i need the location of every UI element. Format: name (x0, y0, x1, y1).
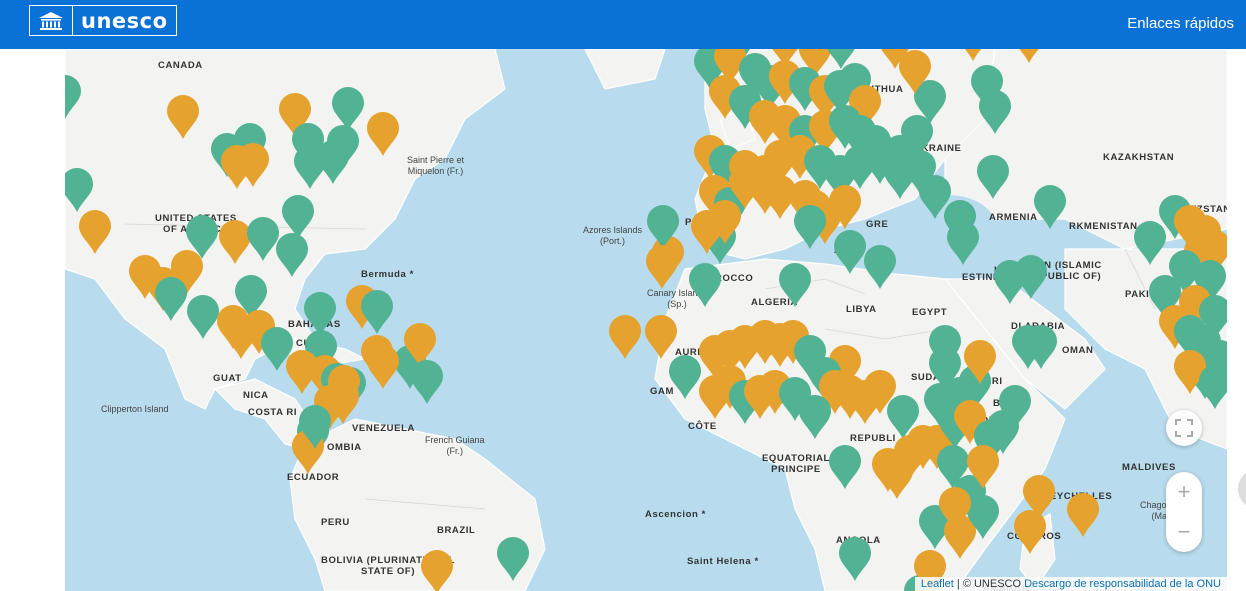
site-marker[interactable] (881, 455, 913, 499)
site-marker[interactable] (421, 550, 453, 591)
site-marker[interactable] (829, 445, 861, 489)
site-marker[interactable] (65, 75, 81, 119)
site-marker[interactable] (839, 537, 871, 581)
site-marker[interactable] (779, 263, 811, 307)
quick-links-button[interactable]: Enlaces rápidos (1127, 15, 1234, 32)
map-markers (65, 49, 1227, 591)
header-bar: unesco Enlaces rápidos (0, 0, 1246, 49)
site-marker[interactable] (864, 245, 896, 289)
unesco-logo[interactable]: unesco (29, 5, 177, 36)
site-marker[interactable] (1034, 185, 1066, 229)
site-marker[interactable] (294, 145, 326, 189)
logo-text: unesco (81, 8, 168, 33)
site-marker[interactable] (979, 90, 1011, 134)
site-marker[interactable] (689, 263, 721, 307)
attribution-text: | © UNESCO (953, 578, 1025, 590)
site-marker[interactable] (609, 315, 641, 359)
world-map[interactable]: CANADAUNITED STATESOF AMERICASaint Pierr… (65, 49, 1227, 591)
site-marker[interactable] (646, 245, 678, 289)
site-marker[interactable] (304, 292, 336, 336)
site-marker[interactable] (1015, 255, 1047, 299)
side-panel-handle[interactable] (1238, 469, 1246, 509)
site-marker[interactable] (1199, 365, 1227, 409)
site-marker[interactable] (79, 210, 111, 254)
site-marker[interactable] (977, 155, 1009, 199)
site-marker[interactable] (247, 217, 279, 261)
site-marker[interactable] (1013, 49, 1045, 63)
site-marker[interactable] (669, 355, 701, 399)
site-marker[interactable] (187, 295, 219, 339)
site-marker[interactable] (282, 195, 314, 239)
site-marker[interactable] (367, 112, 399, 156)
zoom-out-button[interactable]: − (1166, 512, 1202, 552)
fullscreen-button[interactable] (1166, 410, 1202, 446)
site-marker[interactable] (219, 220, 251, 264)
site-marker[interactable] (276, 233, 308, 277)
un-disclaimer-link[interactable]: Descargo de responsabilidad de la ONU (1024, 578, 1221, 590)
site-marker[interactable] (155, 277, 187, 321)
site-marker[interactable] (361, 290, 393, 334)
site-marker[interactable] (225, 315, 257, 359)
site-marker[interactable] (167, 95, 199, 139)
leaflet-link[interactable]: Leaflet (921, 578, 954, 590)
site-marker[interactable] (497, 537, 529, 581)
site-marker[interactable] (1134, 221, 1166, 265)
map-attribution: Leaflet | © UNESCO Descargo de responsab… (914, 577, 1227, 591)
site-marker[interactable] (332, 87, 364, 131)
zoom-in-button[interactable]: + (1166, 472, 1202, 512)
site-marker[interactable] (794, 205, 826, 249)
site-marker[interactable] (947, 221, 979, 265)
site-marker[interactable] (65, 168, 93, 212)
site-marker[interactable] (1014, 510, 1046, 554)
site-marker[interactable] (834, 230, 866, 274)
site-marker[interactable] (645, 315, 677, 359)
site-marker[interactable] (799, 395, 831, 439)
temple-icon (30, 6, 73, 35)
site-marker[interactable] (1067, 493, 1099, 537)
fullscreen-icon (1175, 419, 1193, 437)
site-marker[interactable] (411, 360, 443, 404)
zoom-control: + − (1166, 472, 1202, 552)
site-marker[interactable] (957, 49, 989, 61)
site-marker[interactable] (367, 345, 399, 389)
